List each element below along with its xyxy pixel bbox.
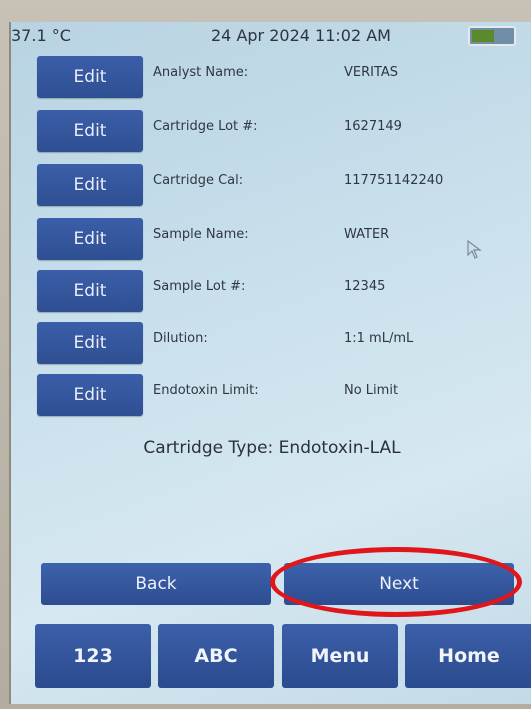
battery-icon [468, 26, 516, 46]
home-button[interactable]: Home [405, 624, 531, 688]
edit-endotoxin-limit-button[interactable]: Edit [37, 374, 143, 416]
field-row-sample-lot: Edit Sample Lot #: 12345 [11, 270, 511, 314]
field-row-sample-name: Edit Sample Name: WATER [11, 218, 511, 262]
battery-level [472, 30, 494, 42]
field-label: Cartridge Cal: [153, 173, 244, 188]
field-label: Endotoxin Limit: [153, 383, 259, 398]
field-value: 117751142240 [344, 173, 444, 188]
mouse-pointer-icon [467, 240, 482, 259]
field-label: Sample Name: [153, 227, 249, 242]
edit-sample-name-button[interactable]: Edit [37, 218, 143, 260]
numeric-keypad-button[interactable]: 123 [35, 624, 151, 688]
field-label: Analyst Name: [153, 65, 249, 80]
field-row-analyst-name: Edit Analyst Name: VERITAS [11, 56, 511, 100]
edit-sample-lot-button[interactable]: Edit [37, 270, 143, 312]
alpha-keypad-button[interactable]: ABC [158, 624, 274, 688]
field-value: 12345 [344, 279, 386, 294]
field-value: WATER [344, 227, 390, 242]
temperature-readout: 37.1 °C [11, 26, 71, 45]
field-row-dilution: Edit Dilution: 1:1 mL/mL [11, 322, 511, 366]
field-row-cartridge-cal: Edit Cartridge Cal: 117751142240 [11, 164, 511, 208]
status-bar: 37.1 °C 24 Apr 2024 11:02 AM [11, 22, 531, 52]
back-button[interactable]: Back [41, 563, 271, 605]
field-value: VERITAS [344, 65, 399, 80]
cartridge-type-label: Cartridge Type: Endotoxin-LAL [143, 438, 401, 458]
field-value: 1627149 [344, 119, 402, 134]
touch-screen: 37.1 °C 24 Apr 2024 11:02 AM Edit Analys… [9, 22, 531, 704]
date-time: 24 Apr 2024 11:02 AM [211, 26, 391, 45]
edit-cartridge-cal-button[interactable]: Edit [37, 164, 143, 206]
edit-cartridge-lot-button[interactable]: Edit [37, 110, 143, 152]
next-button[interactable]: Next [284, 563, 514, 605]
field-label: Sample Lot #: [153, 279, 246, 294]
edit-analyst-name-button[interactable]: Edit [37, 56, 143, 98]
field-value: 1:1 mL/mL [344, 331, 414, 346]
field-label: Cartridge Lot #: [153, 119, 258, 134]
field-label: Dilution: [153, 331, 208, 346]
menu-button[interactable]: Menu [282, 624, 398, 688]
edit-dilution-button[interactable]: Edit [37, 322, 143, 364]
field-row-endotoxin-limit: Edit Endotoxin Limit: No Limit [11, 374, 511, 418]
field-value: No Limit [344, 383, 399, 398]
field-row-cartridge-lot: Edit Cartridge Lot #: 1627149 [11, 110, 511, 154]
